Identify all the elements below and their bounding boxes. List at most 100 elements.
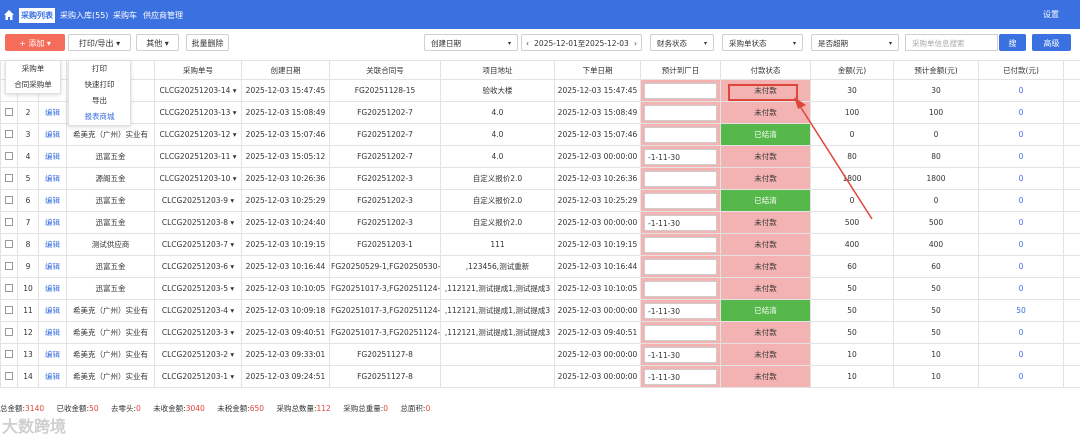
date-range-picker[interactable]: ‹ 2025-12-01至2025-12-03 › [521, 34, 642, 51]
menu-item-quick-print[interactable]: 快速打印 [69, 77, 130, 93]
eta-cell[interactable] [640, 255, 721, 278]
tab-purchase-inbound[interactable]: 采购入库(55) [58, 8, 110, 23]
edit-link[interactable]: 编辑 [38, 189, 67, 212]
order-no-cell[interactable]: CLCG20251203-9 ▾ [154, 189, 242, 212]
edit-link[interactable]: 编辑 [38, 255, 67, 278]
overdue-select[interactable]: 是否超期 ▾ [811, 34, 899, 51]
row-checkbox[interactable] [0, 299, 18, 322]
row-checkbox[interactable] [0, 167, 18, 190]
eta-cell[interactable] [640, 233, 721, 256]
row-checkbox[interactable] [0, 365, 18, 388]
order-no-cell[interactable]: CLCG20251203-6 ▾ [154, 255, 242, 278]
row-checkbox[interactable] [0, 321, 18, 344]
chevron-down-icon[interactable]: ▾ [233, 130, 237, 139]
row-checkbox[interactable] [0, 189, 18, 212]
tab-supplier-management[interactable]: 供应商管理 [141, 8, 185, 23]
edit-link[interactable]: 编辑 [38, 277, 67, 300]
paid-amount-cell[interactable]: 0 [978, 189, 1064, 212]
table-row[interactable]: 13 编辑 希美克（广州）实业有 CLCG20251203-2 ▾ 2025-12-03… [0, 343, 1080, 366]
row-checkbox[interactable] [0, 233, 18, 256]
paid-amount-cell[interactable]: 0 [978, 79, 1064, 102]
tab-purchase-list[interactable]: 采购列表 [19, 8, 55, 23]
edit-link[interactable]: 编辑 [38, 167, 67, 190]
settings-link[interactable]: 设置 [1043, 9, 1059, 20]
eta-cell[interactable] [640, 189, 721, 212]
search-button[interactable]: 搜 [999, 34, 1026, 51]
eta-input[interactable] [644, 324, 717, 341]
table-row[interactable]: 10 编辑 迅富五金 CLCG20251203-5 ▾ 2025-12-03 10:10… [0, 277, 1080, 300]
eta-input[interactable] [644, 280, 717, 297]
eta-input[interactable]: -1-11-30 [644, 214, 717, 231]
date-type-select[interactable]: 创建日期 ▾ [424, 34, 518, 51]
eta-input[interactable] [644, 258, 717, 275]
table-row[interactable]: 12 编辑 希美克（广州）实业有 CLCG20251203-3 ▾ 2025-12-03… [0, 321, 1080, 344]
table-row[interactable]: 9 编辑 迅富五金 CLCG20251203-6 ▾ 2025-12-03 10:16:… [0, 255, 1080, 278]
table-row[interactable]: 3 编辑 希美克（广州）实业有 CLCG20251203-12 ▾ 2025-12-03… [0, 123, 1080, 146]
table-row[interactable]: 11 编辑 希美克（广州）实业有 CLCG20251203-4 ▾ 2025-12-03… [0, 299, 1080, 322]
row-checkbox[interactable] [0, 211, 18, 234]
order-no-cell[interactable]: CLCG20251203-8 ▾ [154, 211, 242, 234]
chevron-down-icon[interactable]: ▾ [233, 174, 237, 183]
chevron-left-icon[interactable]: ‹ [526, 35, 529, 52]
order-status-select[interactable]: 采购单状态 ▾ [722, 34, 803, 51]
edit-link[interactable]: 编辑 [38, 145, 67, 168]
eta-cell[interactable]: -1-11-30 [640, 343, 721, 366]
chevron-down-icon[interactable]: ▾ [233, 86, 237, 95]
paid-amount-cell[interactable]: 0 [978, 101, 1064, 124]
paid-amount-cell[interactable]: 0 [978, 277, 1064, 300]
eta-input[interactable] [644, 170, 717, 187]
eta-input[interactable]: -1-11-30 [644, 148, 717, 165]
row-checkbox[interactable] [0, 145, 18, 168]
paid-amount-cell[interactable]: 0 [978, 233, 1064, 256]
eta-input[interactable] [644, 126, 717, 143]
row-checkbox[interactable] [0, 123, 18, 146]
edit-link[interactable]: 编辑 [38, 101, 67, 124]
eta-input[interactable] [644, 104, 717, 121]
chevron-down-icon[interactable]: ▾ [230, 284, 234, 293]
menu-item-purchase-order[interactable]: 采购单 [6, 61, 60, 77]
table-row[interactable]: 14 编辑 希美克（广州）实业有 CLCG20251203-1 ▾ 2025-12-03… [0, 365, 1080, 388]
chevron-down-icon[interactable]: ▾ [233, 108, 237, 117]
row-checkbox[interactable] [0, 255, 18, 278]
menu-item-print[interactable]: 打印 [69, 61, 130, 77]
row-checkbox[interactable] [0, 101, 18, 124]
table-row[interactable]: 8 编辑 测试供应商 CLCG20251203-7 ▾ 2025-12-03 10:19… [0, 233, 1080, 256]
eta-cell[interactable] [640, 321, 721, 344]
advanced-search-button[interactable]: 高级 [1032, 34, 1071, 51]
row-checkbox[interactable] [0, 343, 18, 366]
eta-cell[interactable]: -1-11-30 [640, 299, 721, 322]
chevron-down-icon[interactable]: ▾ [230, 196, 234, 205]
order-no-cell[interactable]: CLCG20251203-10 ▾ [154, 167, 242, 190]
paid-amount-cell[interactable]: 0 [978, 255, 1064, 278]
eta-input[interactable] [644, 82, 717, 99]
table-row[interactable]: 5 编辑 源阁五金 CLCG20251203-10 ▾ 2025-12-03 10:26… [0, 167, 1080, 190]
eta-cell[interactable]: -1-11-30 [640, 211, 721, 234]
eta-cell[interactable] [640, 167, 721, 190]
chevron-down-icon[interactable]: ▾ [230, 350, 234, 359]
paid-amount-cell[interactable]: 0 [978, 211, 1064, 234]
paid-amount-cell[interactable]: 0 [978, 365, 1064, 388]
paid-amount-cell[interactable]: 50 [978, 299, 1064, 322]
chevron-down-icon[interactable]: ▾ [230, 328, 234, 337]
table-row[interactable]: 1编辑公司实业有CLCG20251203-14 ▾2025-12-03 15:4… [0, 79, 1080, 102]
chevron-down-icon[interactable]: ▾ [230, 306, 234, 315]
edit-link[interactable]: 编辑 [38, 343, 67, 366]
eta-cell[interactable] [640, 123, 721, 146]
eta-cell[interactable]: -1-11-30 [640, 365, 721, 388]
add-button[interactable]: + 添加 ▾ [5, 34, 65, 51]
eta-input[interactable] [644, 192, 717, 209]
tab-purchase-cart[interactable]: 采购车 [111, 8, 139, 23]
order-no-cell[interactable]: CLCG20251203-11 ▾ [154, 145, 242, 168]
row-checkbox[interactable] [0, 277, 18, 300]
eta-input[interactable]: -1-11-30 [644, 368, 717, 385]
finance-status-select[interactable]: 财务状态 ▾ [650, 34, 714, 51]
paid-amount-cell[interactable]: 0 [978, 123, 1064, 146]
menu-item-contract-order[interactable]: 合同采购单 [6, 77, 60, 93]
eta-cell[interactable] [640, 79, 721, 102]
order-no-cell[interactable]: CLCG20251203-14 ▾ [154, 79, 242, 102]
search-input[interactable]: 采购单信息搜索 [905, 34, 998, 51]
print-export-button[interactable]: 打印/导出 ▾ [68, 34, 131, 51]
edit-link[interactable]: 编辑 [38, 123, 67, 146]
order-no-cell[interactable]: CLCG20251203-7 ▾ [154, 233, 242, 256]
eta-input[interactable]: -1-11-30 [644, 302, 717, 319]
